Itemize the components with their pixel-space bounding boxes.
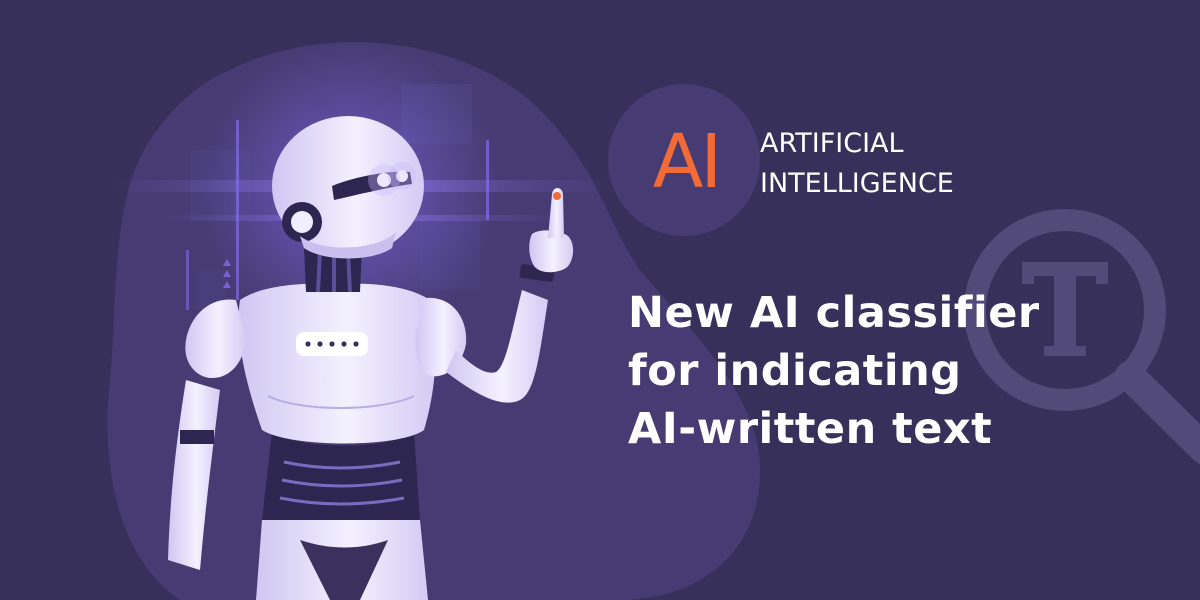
ai-logo-line-1: ARTIFICIAL (760, 128, 904, 159)
headline-line-2: for indicating (628, 346, 962, 396)
ai-banner: AI ARTIFICIAL INTELLIGENCE New AI classi… (0, 0, 1200, 600)
ai-logo-line-2: INTELLIGENCE (760, 168, 954, 199)
ai-logo-title: ARTIFICIAL INTELLIGENCE (760, 124, 954, 204)
headline-line-1: New AI classifier (628, 288, 1040, 338)
ai-logo-mark: AI (652, 119, 722, 205)
headline: New AI classifier for indicating AI-writ… (628, 284, 1040, 458)
headline-line-3: AI-written text (628, 404, 993, 454)
